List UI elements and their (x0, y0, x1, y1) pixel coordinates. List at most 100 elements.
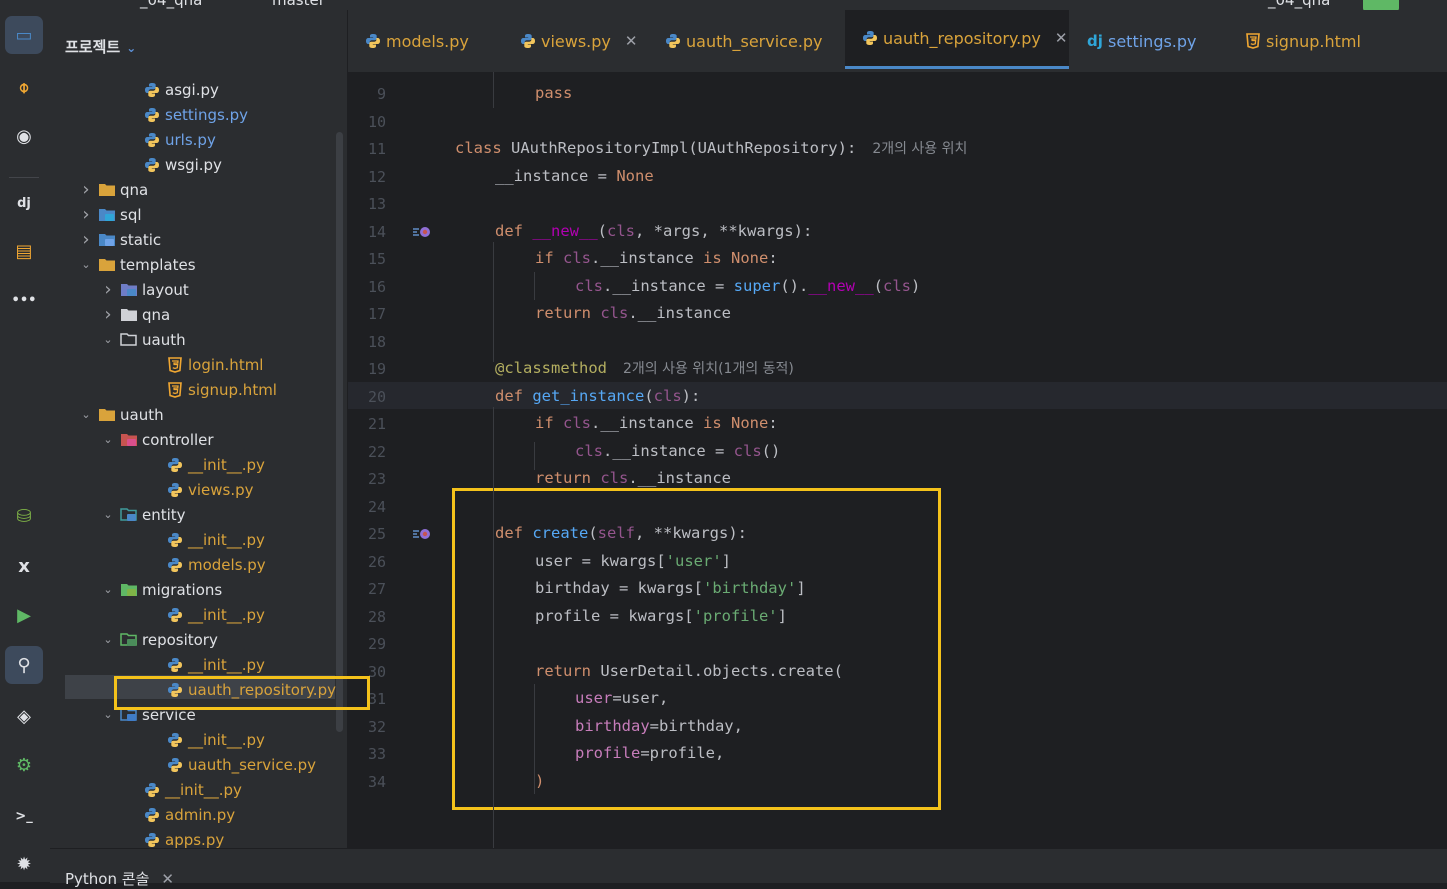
chevron-down-icon[interactable]: ⌄ (80, 258, 92, 271)
tree-item[interactable]: › sql (80, 202, 141, 227)
chevron-right-icon[interactable]: › (80, 229, 92, 250)
python-packages-icon[interactable]: ⚲ (5, 646, 43, 684)
html-file-icon (166, 381, 184, 398)
line-number: 29 (367, 635, 386, 653)
tree-item[interactable]: __init__.py (166, 527, 265, 552)
tree-item[interactable]: urls.py (143, 127, 216, 152)
tree-item[interactable]: login.html (166, 352, 263, 377)
tab-uauth-service-py[interactable]: uauth_service.py (648, 10, 838, 72)
tab-settings-py[interactable]: dj settings.py (1070, 10, 1220, 72)
tree-item[interactable]: › qna (102, 302, 170, 327)
tree-item[interactable]: __init__.py (166, 602, 265, 627)
override-gutter-icon[interactable] (412, 224, 432, 240)
close-icon[interactable]: ✕ (161, 870, 174, 888)
tree-scrollbar[interactable] (336, 132, 343, 732)
tab-views-py[interactable]: views.py ✕ (503, 10, 648, 72)
chevron-right-icon[interactable]: › (80, 179, 92, 200)
project-name[interactable]: _04_qna (140, 0, 202, 9)
tree-item[interactable]: __init__.py (166, 727, 265, 752)
code-token: : (768, 249, 778, 267)
tree-item[interactable]: › qna (80, 177, 148, 202)
commit-icon[interactable]: ⌽ (5, 68, 43, 106)
tree-item[interactable]: › layout (102, 277, 188, 302)
code-token: profile (575, 744, 641, 762)
chevron-down-icon[interactable]: ⌄ (102, 333, 114, 346)
tree-item[interactable]: __init__.py (143, 777, 242, 802)
code-token: 'profile' (693, 606, 778, 625)
run-button[interactable] (1363, 0, 1399, 10)
tree-item-label: __init__.py (188, 730, 265, 749)
tree-item[interactable]: apps.py (143, 827, 224, 848)
tree-item[interactable]: ⌄ controller (102, 427, 213, 452)
code-token: super (733, 276, 781, 295)
tab-models-py[interactable]: models.py (348, 10, 488, 72)
chevron-right-icon[interactable]: › (102, 304, 114, 325)
code-line: cls.__instance = super().__new__(cls) (455, 273, 920, 299)
close-icon[interactable]: ✕ (625, 32, 638, 50)
chevron-down-icon[interactable]: ⌄ (102, 433, 114, 446)
project-panel-header[interactable]: 프로젝트 ⌄ (65, 36, 136, 57)
database-add-icon[interactable]: ⛁ (5, 497, 43, 535)
tree-item[interactable]: asgi.py (143, 77, 219, 102)
code-token: if (535, 414, 563, 432)
problems-icon[interactable]: ✹ (5, 845, 43, 883)
line-number: 32 (367, 717, 386, 736)
activity-separator (9, 177, 39, 178)
chevron-down-icon[interactable]: ⌄ (102, 633, 114, 646)
code-token: cls (607, 221, 635, 240)
python-file-icon (143, 832, 161, 848)
tree-item[interactable]: ⌄ uauth (102, 327, 185, 352)
tree-item[interactable]: settings.py (143, 102, 248, 127)
chevron-right-icon[interactable]: › (80, 204, 92, 225)
run-icon[interactable]: ▶ (5, 596, 43, 634)
branch-name[interactable]: master (272, 0, 325, 9)
line-number: 26 (367, 552, 386, 571)
django-structure-icon[interactable]: dj (5, 184, 43, 222)
tree-item[interactable]: __init__.py (166, 452, 265, 477)
project-view-icon[interactable]: ▭ (5, 16, 43, 54)
tree-item-label: repository (142, 630, 218, 649)
terminal-icon[interactable]: >_ (5, 797, 43, 835)
chevron-down-icon[interactable]: ⌄ (102, 583, 114, 596)
python-file-icon (143, 132, 161, 148)
excel-icon[interactable]: x (5, 547, 43, 585)
chevron-right-icon[interactable]: › (102, 279, 114, 300)
settings-icon[interactable]: ⚙ (5, 746, 43, 784)
code-token: __new__ (808, 276, 874, 295)
code-token: ( (644, 386, 654, 405)
usage-hint[interactable]: 2개의 사용 위치(1개의 동적) (623, 361, 794, 377)
tree-item[interactable]: ⌄ templates (80, 252, 195, 277)
tab-python-console[interactable]: Python 콘솔 ✕ (65, 868, 174, 889)
tab-uauth-repository-py[interactable]: uauth_repository.py ✕ (845, 10, 1069, 69)
tree-item-label: models.py (188, 555, 266, 574)
tab-signup-html[interactable]: signup.html (1228, 10, 1388, 72)
services-icon[interactable]: ▤ (5, 232, 43, 270)
close-icon[interactable]: ✕ (1055, 29, 1068, 47)
code-token: cls (563, 414, 591, 432)
code-editor[interactable]: 9 pass 10 11 class UAuthRepositoryImpl(UAuth… (348, 72, 1447, 848)
tree-item[interactable]: ⌄ uauth (80, 402, 163, 427)
tree-item[interactable]: wsgi.py (143, 152, 222, 177)
python-file-icon (143, 782, 161, 798)
chevron-down-icon[interactable]: ⌄ (80, 408, 92, 421)
tree-item[interactable]: views.py (166, 477, 254, 502)
tree-item[interactable]: models.py (166, 552, 266, 577)
tree-item[interactable]: __init__.py (166, 652, 265, 677)
layers-icon[interactable]: ◈ (5, 697, 43, 735)
more-icon[interactable]: ••• (5, 281, 43, 319)
chevron-down-icon[interactable]: ⌄ (102, 508, 114, 521)
tree-item[interactable]: signup.html (166, 377, 277, 402)
usage-hint[interactable]: 2개의 사용 위치 (872, 141, 967, 157)
django-icon: dj (1087, 32, 1103, 50)
tree-item[interactable]: ⌄ migrations (102, 577, 222, 602)
tree-item[interactable]: uauth_service.py (166, 752, 316, 777)
tree-item[interactable]: admin.py (143, 802, 235, 827)
activity-bar: ▭ ⌽ ◉ dj ▤ ••• ⛁ x ▶ ⚲ ◈ ⚙ >_ ✹ (0, 10, 51, 882)
tree-item[interactable]: ⌄ entity (102, 502, 185, 527)
tree-item[interactable]: ⌄ repository (102, 627, 218, 652)
tree-item[interactable]: › static (80, 227, 161, 252)
override-gutter-icon[interactable] (412, 526, 432, 542)
run-config[interactable]: _04_qna (1268, 0, 1330, 9)
chevron-down-icon[interactable]: ⌄ (102, 708, 114, 721)
github-icon[interactable]: ◉ (5, 117, 43, 155)
